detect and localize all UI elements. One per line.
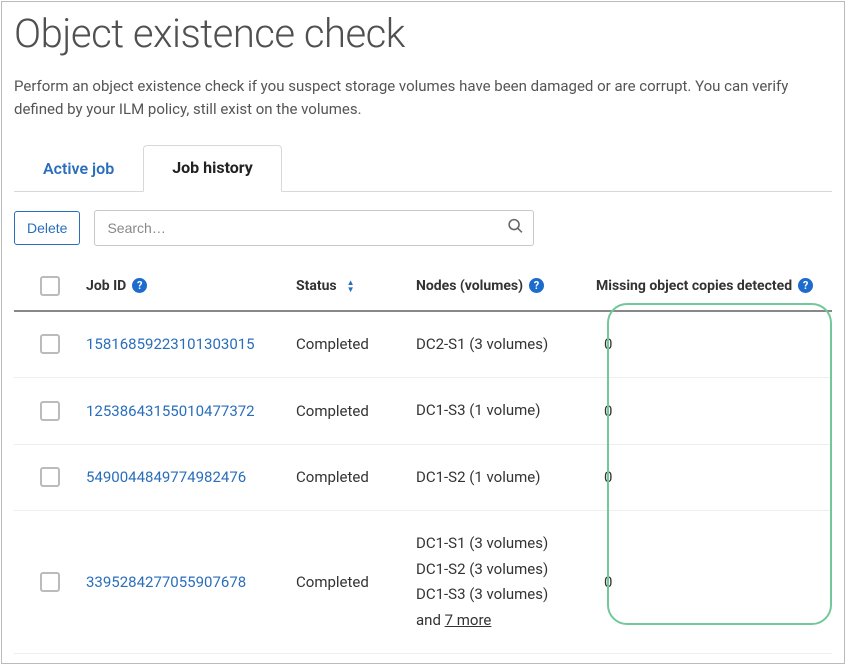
job-id-link[interactable]: 3395284277055907678 [86, 573, 246, 591]
status-cell: Completed [296, 335, 416, 353]
nodes-cell: DC2-S1 (3 volumes) [416, 332, 596, 358]
tab-active-job[interactable]: Active job [14, 146, 143, 192]
job-id-link[interactable]: 12538643155010477372 [86, 402, 255, 420]
nodes-cell: DC1-S2 (1 volume) [416, 465, 596, 491]
node-entry: DC1-S2 (1 volume) [416, 465, 596, 491]
nodes-more-link[interactable]: 7 more [445, 611, 492, 629]
tab-job-history[interactable]: Job history [143, 145, 282, 192]
row-checkbox[interactable] [40, 401, 60, 421]
help-icon[interactable]: ? [132, 278, 147, 293]
help-icon[interactable]: ? [798, 278, 813, 293]
col-nodes-label: Nodes (volumes) [416, 278, 523, 294]
job-id-link[interactable]: 5490044849774982476 [86, 468, 246, 486]
toolbar: Delete [14, 210, 832, 246]
row-checkbox[interactable] [40, 334, 60, 354]
select-all-checkbox[interactable] [40, 276, 60, 296]
table-row: 5490044849774982476 CompletedDC1-S2 (1 vo… [14, 445, 832, 512]
col-job-id[interactable]: Job ID ? [86, 278, 296, 294]
page-title: Object existence check [14, 10, 832, 57]
table-header: Job ID ? Status ▲▼ Nodes (volumes) ? Mis… [14, 268, 832, 312]
node-entry: DC1-S3 (1 volume) [416, 398, 596, 424]
node-entry: DC2-S1 (3 volumes) [416, 332, 596, 358]
missing-cell: 0 [596, 335, 832, 353]
col-status[interactable]: Status ▲▼ [296, 278, 416, 294]
row-checkbox[interactable] [40, 572, 60, 592]
missing-cell: 0 [596, 573, 832, 591]
node-entry: DC1-S2 (3 volumes) [416, 557, 596, 583]
row-checkbox[interactable] [40, 467, 60, 487]
col-missing: Missing object copies detected ? [596, 278, 832, 294]
tab-bar: Active job Job history [14, 144, 832, 192]
node-entry: DC1-S3 (3 volumes) [416, 582, 596, 608]
status-cell: Completed [296, 402, 416, 420]
status-cell: Completed [296, 573, 416, 591]
col-job-id-label: Job ID [86, 278, 126, 294]
nodes-more: and 7 more [416, 608, 596, 634]
job-id-link[interactable]: 15816859223101303015 [86, 335, 255, 353]
col-nodes: Nodes (volumes) ? [416, 278, 596, 294]
page-description: Perform an object existence check if you… [14, 75, 832, 122]
job-table: Job ID ? Status ▲▼ Nodes (volumes) ? Mis… [14, 268, 832, 655]
help-icon[interactable]: ? [529, 278, 544, 293]
table-row: 12538643155010477372 CompletedDC1-S3 (1 v… [14, 378, 832, 445]
search-icon [507, 217, 524, 238]
delete-button[interactable]: Delete [14, 211, 80, 245]
node-entry: DC1-S1 (3 volumes) [416, 531, 596, 557]
missing-cell: 0 [596, 468, 832, 486]
sort-icon[interactable]: ▲▼ [347, 279, 355, 293]
table-row: 15816859223101303015 CompletedDC2-S1 (3 v… [14, 312, 832, 379]
col-status-label: Status [296, 278, 337, 294]
col-missing-label: Missing object copies detected [596, 278, 792, 294]
status-cell: Completed [296, 468, 416, 486]
nodes-cell: DC1-S3 (1 volume) [416, 398, 596, 424]
missing-cell: 0 [596, 402, 832, 420]
search-input[interactable] [94, 210, 534, 246]
table-row: 3395284277055907678 CompletedDC1-S1 (3 vo… [14, 511, 832, 654]
nodes-cell: DC1-S1 (3 volumes)DC1-S2 (3 volumes)DC1-… [416, 531, 596, 633]
